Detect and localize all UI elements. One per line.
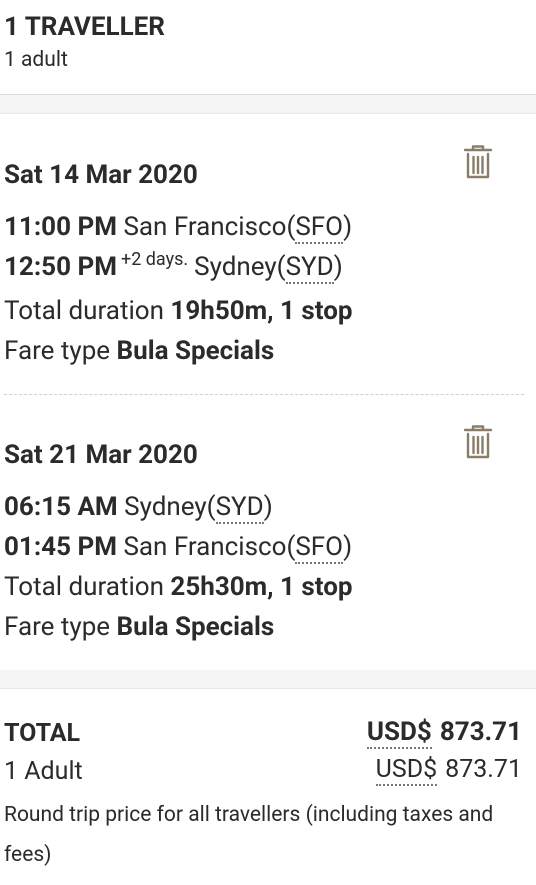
section-gap xyxy=(0,95,536,113)
total-price: USD$ 873.71 xyxy=(366,717,522,749)
total-currency[interactable]: USD$ xyxy=(366,717,432,749)
arrival-airport-code[interactable]: SYD xyxy=(285,252,334,284)
leg-date: Sat 14 Mar 2020 xyxy=(4,160,198,190)
arrival-time: 12:50 PM xyxy=(4,252,117,282)
travellers-subtitle: 1 adult xyxy=(4,48,68,72)
duration-line: Total duration 25h30m, 1 stop xyxy=(4,572,353,602)
departure-city: San Francisco( xyxy=(123,212,296,242)
leg-divider xyxy=(4,394,524,395)
arrival-airport-code[interactable]: SFO xyxy=(295,532,344,564)
departure-time: 11:00 PM xyxy=(4,212,117,242)
departure-city: Sydney( xyxy=(124,492,216,522)
fare-type-value: Bula Specials xyxy=(116,336,275,366)
flights-card: Sat 14 Mar 2020 11:00 PM San Francisco(S… xyxy=(0,113,536,671)
section-gap xyxy=(0,670,536,688)
trash-icon[interactable] xyxy=(462,144,494,180)
arrival-time: 01:45 PM xyxy=(4,532,117,562)
price-note: Round trip price for all travellers (inc… xyxy=(4,803,494,867)
price-summary-card: TOTAL USD$ 873.71 1 Adult USD$ 873.71 Roun… xyxy=(0,688,536,885)
departure-airport-code[interactable]: SFO xyxy=(295,212,344,244)
departure-airport-code[interactable]: SYD xyxy=(215,492,264,524)
trash-icon[interactable] xyxy=(462,424,494,460)
fare-type-line: Fare type Bula Specials xyxy=(4,612,274,642)
fare-type-line: Fare type Bula Specials xyxy=(4,336,274,366)
arrival-city: San Francisco( xyxy=(123,532,296,562)
flight-leg-return: Sat 21 Mar 2020 06:15 AM Sydney(SYD) 01:… xyxy=(0,396,536,670)
fare-type-label: Fare type xyxy=(4,336,111,366)
fare-type-label: Fare type xyxy=(4,612,111,642)
duration-label: Total duration xyxy=(4,296,164,326)
duration-label: Total duration xyxy=(4,572,164,602)
adult-amount: 873.71 xyxy=(445,755,522,784)
arrival-day-offset: +2 days. xyxy=(120,249,189,271)
flight-leg-outbound: Sat 14 Mar 2020 11:00 PM San Francisco(S… xyxy=(0,114,536,394)
adult-currency[interactable]: USD$ xyxy=(375,755,438,786)
total-label: TOTAL xyxy=(4,719,81,748)
leg-date: Sat 21 Mar 2020 xyxy=(4,440,198,470)
arrival-line: 12:50 PM +2 days. Sydney(SYD) xyxy=(4,249,343,284)
arrival-city: Sydney( xyxy=(194,252,286,282)
departure-line: 06:15 AM Sydney(SYD) xyxy=(4,492,273,524)
departure-time: 06:15 AM xyxy=(4,492,118,522)
duration-line: Total duration 19h50m, 1 stop xyxy=(4,296,353,326)
duration-value: 25h30m, 1 stop xyxy=(170,572,353,602)
travellers-card: 1 TRAVELLER 1 adult xyxy=(0,0,536,95)
total-amount: 873.71 xyxy=(439,717,522,747)
adult-label: 1 Adult xyxy=(4,757,83,786)
adult-price: USD$ 873.71 xyxy=(375,755,522,786)
travellers-title: 1 TRAVELLER xyxy=(4,12,165,42)
duration-value: 19h50m, 1 stop xyxy=(170,296,353,326)
departure-line: 11:00 PM San Francisco(SFO) xyxy=(4,212,353,244)
fare-type-value: Bula Specials xyxy=(116,612,275,642)
arrival-line: 01:45 PM San Francisco(SFO) xyxy=(4,532,353,564)
